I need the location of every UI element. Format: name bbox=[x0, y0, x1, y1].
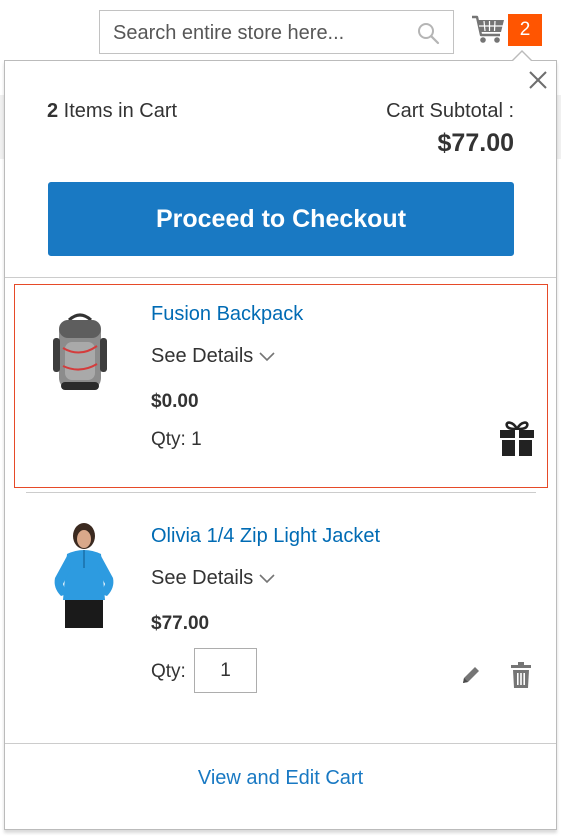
product-image-jacket[interactable] bbox=[47, 522, 119, 628]
qty-input[interactable]: 1 bbox=[194, 648, 257, 693]
close-icon[interactable] bbox=[526, 68, 550, 92]
product-image-backpack[interactable] bbox=[47, 308, 113, 396]
product-name-link[interactable]: Fusion Backpack bbox=[151, 303, 303, 326]
panel-caret-fill bbox=[512, 52, 532, 62]
see-details-toggle[interactable]: See Details bbox=[151, 567, 275, 590]
items-in-cart: 2 Items in Cart bbox=[47, 100, 177, 123]
cart-count-badge[interactable]: 2 bbox=[508, 14, 542, 46]
item-price: $0.00 bbox=[151, 391, 199, 412]
view-and-edit-cart-link[interactable]: View and Edit Cart bbox=[0, 767, 561, 790]
divider bbox=[26, 492, 536, 493]
items-count-label: Items in Cart bbox=[58, 100, 178, 122]
gift-icon[interactable] bbox=[499, 419, 535, 457]
items-count-number: 2 bbox=[47, 100, 59, 122]
edit-pencil-icon[interactable] bbox=[460, 664, 482, 686]
divider bbox=[5, 277, 556, 278]
see-details-toggle[interactable]: See Details bbox=[151, 345, 275, 368]
product-name-link[interactable]: Olivia 1/4 Zip Light Jacket bbox=[151, 525, 380, 548]
trash-icon[interactable] bbox=[511, 662, 531, 688]
see-details-label: See Details bbox=[151, 567, 254, 589]
subtotal-value: $77.00 bbox=[437, 129, 514, 157]
item-qty-label: Qty: bbox=[151, 661, 186, 682]
search-placeholder: Search entire store here... bbox=[113, 22, 345, 44]
chevron-down-icon bbox=[259, 352, 275, 361]
subtotal-label: Cart Subtotal : bbox=[386, 100, 514, 122]
cart-icon[interactable] bbox=[470, 12, 506, 46]
divider bbox=[5, 743, 556, 744]
item-price: $77.00 bbox=[151, 613, 210, 634]
see-details-label: See Details bbox=[151, 345, 254, 367]
search-input[interactable]: Search entire store here... bbox=[99, 10, 454, 54]
proceed-to-checkout-button[interactable]: Proceed to Checkout bbox=[48, 182, 514, 256]
chevron-down-icon bbox=[259, 574, 275, 583]
item-qty: Qty: 1 bbox=[151, 429, 202, 450]
search-icon[interactable] bbox=[416, 21, 440, 45]
